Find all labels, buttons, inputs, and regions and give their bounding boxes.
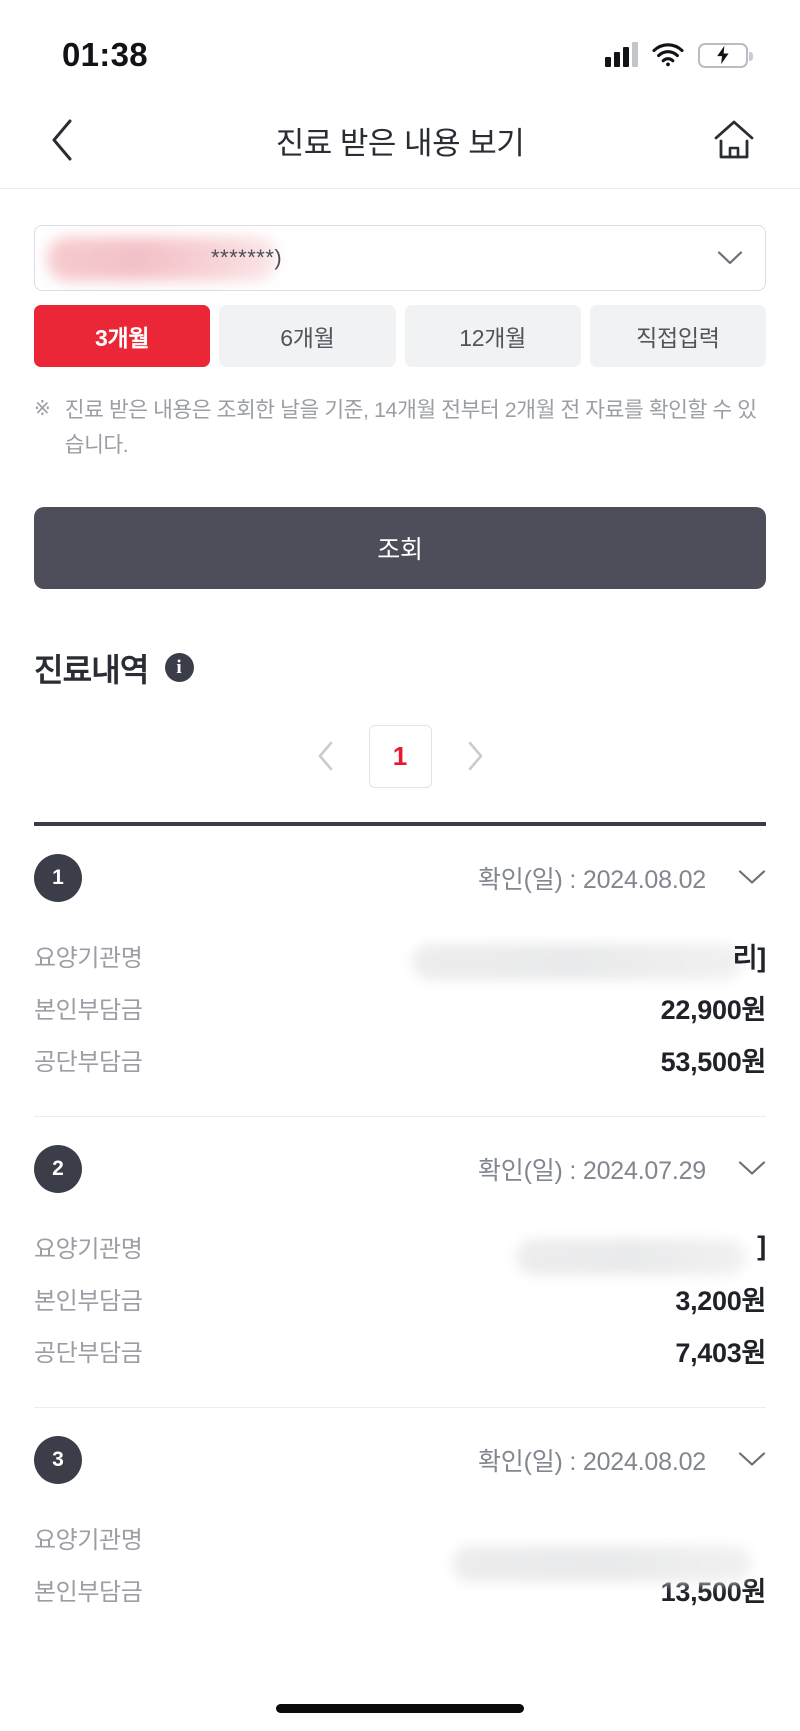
pagination: 1 — [34, 724, 766, 788]
record-institution-row: 요양기관명 — [34, 1512, 766, 1582]
redacted-institution-overlay — [412, 944, 742, 981]
battery-charging-icon — [698, 42, 753, 68]
chevron-right-icon — [468, 741, 482, 771]
back-chevron-icon — [52, 119, 72, 161]
record-confirm-date: 확인(일) : 2024.08.02 — [477, 865, 706, 894]
period-tab-3-months[interactable]: 3개월 — [34, 305, 211, 367]
record-insurer-pay-label: 공단부담금 — [34, 1049, 143, 1077]
status-bar-icons — [605, 42, 753, 68]
redacted-institution-overlay — [516, 1239, 746, 1276]
record-confirm-date: 확인(일) : 2024.07.29 — [477, 1156, 706, 1185]
record-insurer-pay-row: 공단부담금 7,403원 — [34, 1325, 766, 1377]
record-insurer-pay-value: 53,500원 — [660, 1047, 767, 1078]
period-tab-12-months[interactable]: 12개월 — [404, 305, 581, 367]
record-header-right: 확인(일) : 2024.07.29 — [478, 1151, 766, 1187]
record-header[interactable]: 2 확인(일) : 2024.07.29 — [34, 1117, 766, 1221]
record-self-pay-row: 본인부담금 22,900원 — [34, 982, 766, 1034]
record-insurer-pay-value: 7,403원 — [675, 1338, 766, 1369]
pagination-prev-button[interactable] — [309, 739, 343, 773]
back-button[interactable] — [34, 112, 90, 168]
chevron-down-icon[interactable] — [738, 1160, 766, 1177]
redacted-institution-overlay — [452, 1545, 752, 1582]
app-header: 진료 받은 내용 보기 — [0, 92, 800, 189]
record-self-pay-label: 본인부담금 — [34, 997, 143, 1025]
treatment-record-2: 2 확인(일) : 2024.07.29 요양기관명 ] 본인부담금 3,200… — [34, 1117, 766, 1408]
record-insurer-pay-label: 공단부담금 — [34, 1340, 143, 1368]
record-institution-row: 요양기관명 ] — [34, 1221, 766, 1276]
status-bar-time: 01:38 — [62, 36, 148, 73]
page-content: *******) 3개월 6개월 12개월 직접입력 ※ 진료 받은 내용은 조… — [0, 225, 800, 1646]
record-index-badge: 3 — [34, 1435, 82, 1484]
record-header[interactable]: 3 확인(일) : 2024.08.02 — [34, 1408, 766, 1512]
record-institution-label: 요양기관명 — [34, 1527, 143, 1555]
record-self-pay-row: 본인부담금 3,200원 — [34, 1273, 766, 1325]
cellular-signal-icon — [605, 42, 638, 67]
status-bar: 01:38 — [0, 0, 800, 92]
period-tab-custom-input[interactable]: 직접입력 — [589, 305, 766, 367]
record-index-badge: 2 — [34, 1144, 82, 1193]
treatment-history-heading: 진료내역 i — [34, 645, 766, 691]
chevron-left-icon — [318, 741, 332, 771]
notice-block: ※ 진료 받은 내용은 조회한 날을 기준, 14개월 전부터 2개월 전 자료… — [34, 393, 766, 463]
record-institution-label: 요양기관명 — [34, 945, 143, 973]
home-icon — [714, 120, 754, 159]
chevron-down-icon[interactable] — [738, 1451, 766, 1468]
notice-text: 진료 받은 내용은 조회한 날을 기준, 14개월 전부터 2개월 전 자료를 … — [64, 398, 757, 457]
pagination-next-button[interactable] — [458, 739, 492, 773]
pagination-page-1[interactable]: 1 — [368, 724, 432, 788]
notice-mark: ※ — [34, 398, 51, 420]
record-header[interactable]: 1 확인(일) : 2024.08.02 — [34, 826, 766, 930]
wifi-icon — [652, 43, 684, 67]
subscriber-select[interactable]: *******) — [34, 225, 766, 291]
record-confirm-date: 확인(일) : 2024.08.02 — [477, 1447, 706, 1476]
phone-screen: 01:38 진료 받은 내용 보기 *******) 3개월 6개월 12개월 … — [0, 0, 800, 1731]
record-fields: 요양기관명 ] 본인부담금 3,200원 공단부담금 7,403원 — [34, 1221, 766, 1407]
record-institution-value: 리] — [412, 936, 766, 981]
search-button[interactable]: 조회 — [34, 506, 766, 589]
period-tab-6-months[interactable]: 6개월 — [219, 305, 396, 367]
record-header-right: 확인(일) : 2024.08.02 — [478, 1442, 766, 1478]
record-fields: 요양기관명 리] 본인부담금 22,900원 공단부담금 53,500원 — [34, 930, 766, 1116]
treatment-record-3: 3 확인(일) : 2024.08.02 요양기관명 본인부담금 13,500원 — [34, 1408, 766, 1646]
record-insurer-pay-row: 공단부담금 53,500원 — [34, 1034, 766, 1086]
record-fields: 요양기관명 본인부담금 13,500원 — [34, 1512, 766, 1646]
record-self-pay-value: 22,900원 — [660, 995, 767, 1026]
chevron-down-icon[interactable] — [738, 869, 766, 886]
record-institution-label: 요양기관명 — [34, 1236, 143, 1264]
record-institution-row: 요양기관명 리] — [34, 930, 766, 982]
chevron-down-icon — [717, 251, 743, 265]
page-title: 진료 받은 내용 보기 — [275, 125, 525, 161]
treatment-record-1: 1 확인(일) : 2024.08.02 요양기관명 리] 본인부담금 22,9… — [34, 826, 766, 1117]
home-indicator — [276, 1704, 524, 1713]
treatment-record-list: 1 확인(일) : 2024.08.02 요양기관명 리] 본인부담금 22,9… — [34, 821, 766, 1646]
home-button[interactable] — [706, 112, 762, 168]
record-self-pay-label: 본인부담금 — [34, 1579, 143, 1607]
info-icon[interactable]: i — [164, 653, 194, 683]
record-institution-value: ] — [516, 1231, 766, 1276]
record-header-right: 확인(일) : 2024.08.02 — [478, 860, 766, 896]
subscriber-select-value: *******) — [211, 245, 283, 270]
record-self-pay-value: 3,200원 — [675, 1286, 766, 1317]
period-tab-group: 3개월 6개월 12개월 직접입력 — [34, 305, 766, 367]
record-index-badge: 1 — [34, 853, 82, 902]
section-title: 진료내역 — [34, 651, 149, 688]
record-self-pay-label: 본인부담금 — [34, 1288, 143, 1316]
